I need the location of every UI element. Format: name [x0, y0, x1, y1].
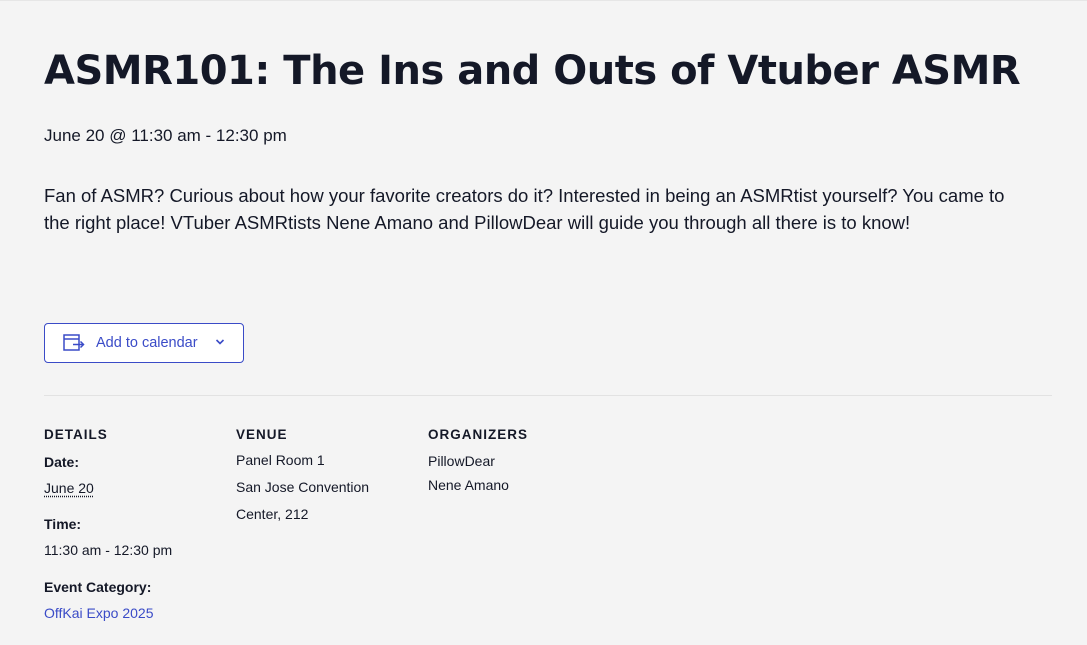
chevron-down-icon: [215, 339, 225, 345]
organizer-item: Nene Amano: [428, 477, 509, 493]
event-page: ASMR101: The Ins and Outs of Vtuber ASMR…: [0, 0, 1087, 645]
date-value: June 20: [44, 480, 94, 496]
event-description: Fan of ASMR? Curious about how your favo…: [44, 185, 1005, 233]
event-title: ASMR101: The Ins and Outs of Vtuber ASMR: [44, 48, 1021, 94]
date-label: Date:: [44, 454, 80, 470]
calendar-export-icon: [63, 334, 85, 351]
details-heading: DETAILS: [44, 427, 108, 442]
venue-address-line2: Center, 212: [236, 506, 309, 522]
venue-heading: VENUE: [236, 427, 288, 442]
event-category-label: Event Category:: [44, 579, 152, 595]
time-label: Time:: [44, 516, 82, 532]
event-category-link[interactable]: OffKai Expo 2025: [44, 604, 153, 622]
organizers-heading: ORGANIZERS: [428, 427, 529, 442]
organizer-item: PillowDear: [428, 453, 495, 469]
venue-address-line1: San Jose Convention: [236, 479, 370, 495]
add-to-calendar-button[interactable]: Add to calendar: [44, 323, 244, 363]
add-to-calendar-label: Add to calendar: [96, 335, 198, 351]
meta-divider: [44, 395, 1052, 396]
time-value: 11:30 am - 12:30 pm: [44, 542, 173, 558]
venue-name: Panel Room 1: [236, 452, 325, 468]
event-datetime: June 20 @ 11:30 am - 12:30 pm: [44, 126, 287, 145]
